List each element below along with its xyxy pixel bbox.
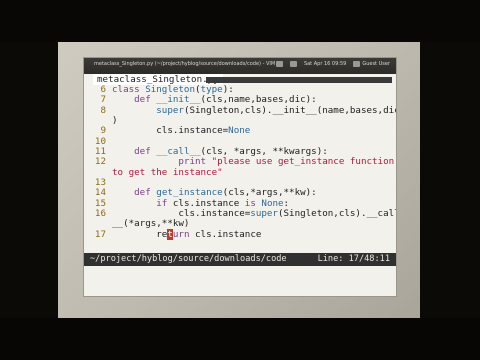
tabline-fill xyxy=(206,77,392,83)
window-title: metaclass_Singleton.py (~/project/hyblog… xyxy=(94,61,276,67)
status-cursor-position: Line: 17/48:11 xyxy=(317,254,390,264)
code-token: cls.instance xyxy=(172,197,245,209)
code-token: type xyxy=(200,84,223,95)
code-token: __(*args,**kw) xyxy=(112,218,190,230)
top-dark-band xyxy=(0,0,480,42)
user-name: Guest User xyxy=(362,61,390,67)
code-token: re xyxy=(112,228,168,240)
code-token: get_instance xyxy=(156,187,223,199)
code-token: (Singleton,cls).__call xyxy=(277,208,396,220)
code-token: to get the instance" xyxy=(112,166,223,178)
volume-indicator[interactable] xyxy=(275,61,283,67)
network-icon xyxy=(289,61,297,67)
line-number: 8 xyxy=(100,104,106,116)
speaker-icon xyxy=(275,61,283,67)
line-number: 12 xyxy=(94,156,106,168)
system-tray: Sat Apr 16 09:59 Guest User xyxy=(275,61,390,67)
user-menu[interactable]: Guest User xyxy=(353,61,390,67)
code-token: None xyxy=(261,197,284,209)
code-token: None xyxy=(228,125,251,137)
status-path: ~/project/hyblog/source/downloads/code xyxy=(90,254,287,264)
code-token: cls.instance= xyxy=(112,208,251,220)
bottom-dark-band xyxy=(0,318,480,360)
code-token: cls.instance xyxy=(189,228,262,240)
code-line[interactable]: to get the instance" xyxy=(88,166,394,178)
projected-screen: metaclass_Singleton.py (~/project/hyblog… xyxy=(84,58,396,296)
code-token: def xyxy=(134,187,157,199)
code-line[interactable]: 9 cls.instance=None xyxy=(88,125,394,137)
clock[interactable]: Sat Apr 16 09:59 xyxy=(304,61,346,67)
code-token: print xyxy=(178,156,212,168)
code-token: class xyxy=(112,84,146,95)
code-token: def xyxy=(134,146,157,158)
code-token: "please use get_instance function xyxy=(211,156,395,168)
code-token: is xyxy=(244,197,262,209)
line-number: 17 xyxy=(94,228,106,240)
code-token: if xyxy=(156,197,173,209)
code-token: (cls,*args,**kw): xyxy=(222,187,317,199)
code-token: (cls,name,bases,dic): xyxy=(200,94,317,106)
code-token: (Singleton,cls).__init__(name,bases,dic xyxy=(183,104,396,116)
code-token: super xyxy=(156,104,184,116)
code-token: ): xyxy=(222,84,234,95)
code-line[interactable]: 8 super(Singleton,cls).__init__(name,bas… xyxy=(88,104,396,116)
code-token: ) xyxy=(112,115,118,127)
window-titlebar: metaclass_Singleton.py (~/project/hyblog… xyxy=(84,58,396,74)
code-token: __init__ xyxy=(156,94,201,106)
code-token: urn xyxy=(172,228,190,240)
code-editor[interactable]: 6 class Singleton(type): 7 def __init__(cl… xyxy=(88,84,396,240)
vim-statusline: ~/project/hyblog/source/downloads/code L… xyxy=(84,253,396,266)
code-token: cls.instance= xyxy=(112,125,229,137)
code-line[interactable]: 17 return cls.instance xyxy=(88,228,394,240)
code-token: Singleton xyxy=(145,84,195,95)
command-line-area[interactable] xyxy=(84,266,396,296)
network-indicator[interactable] xyxy=(289,61,297,67)
code-token: __call__ xyxy=(156,146,201,158)
line-number: 16 xyxy=(94,208,106,220)
user-icon xyxy=(353,61,361,67)
code-token: def xyxy=(134,94,157,106)
code-token: : xyxy=(283,197,290,209)
code-token: (cls, *args, **kwargs): xyxy=(200,146,328,158)
code-token: super xyxy=(250,208,278,220)
